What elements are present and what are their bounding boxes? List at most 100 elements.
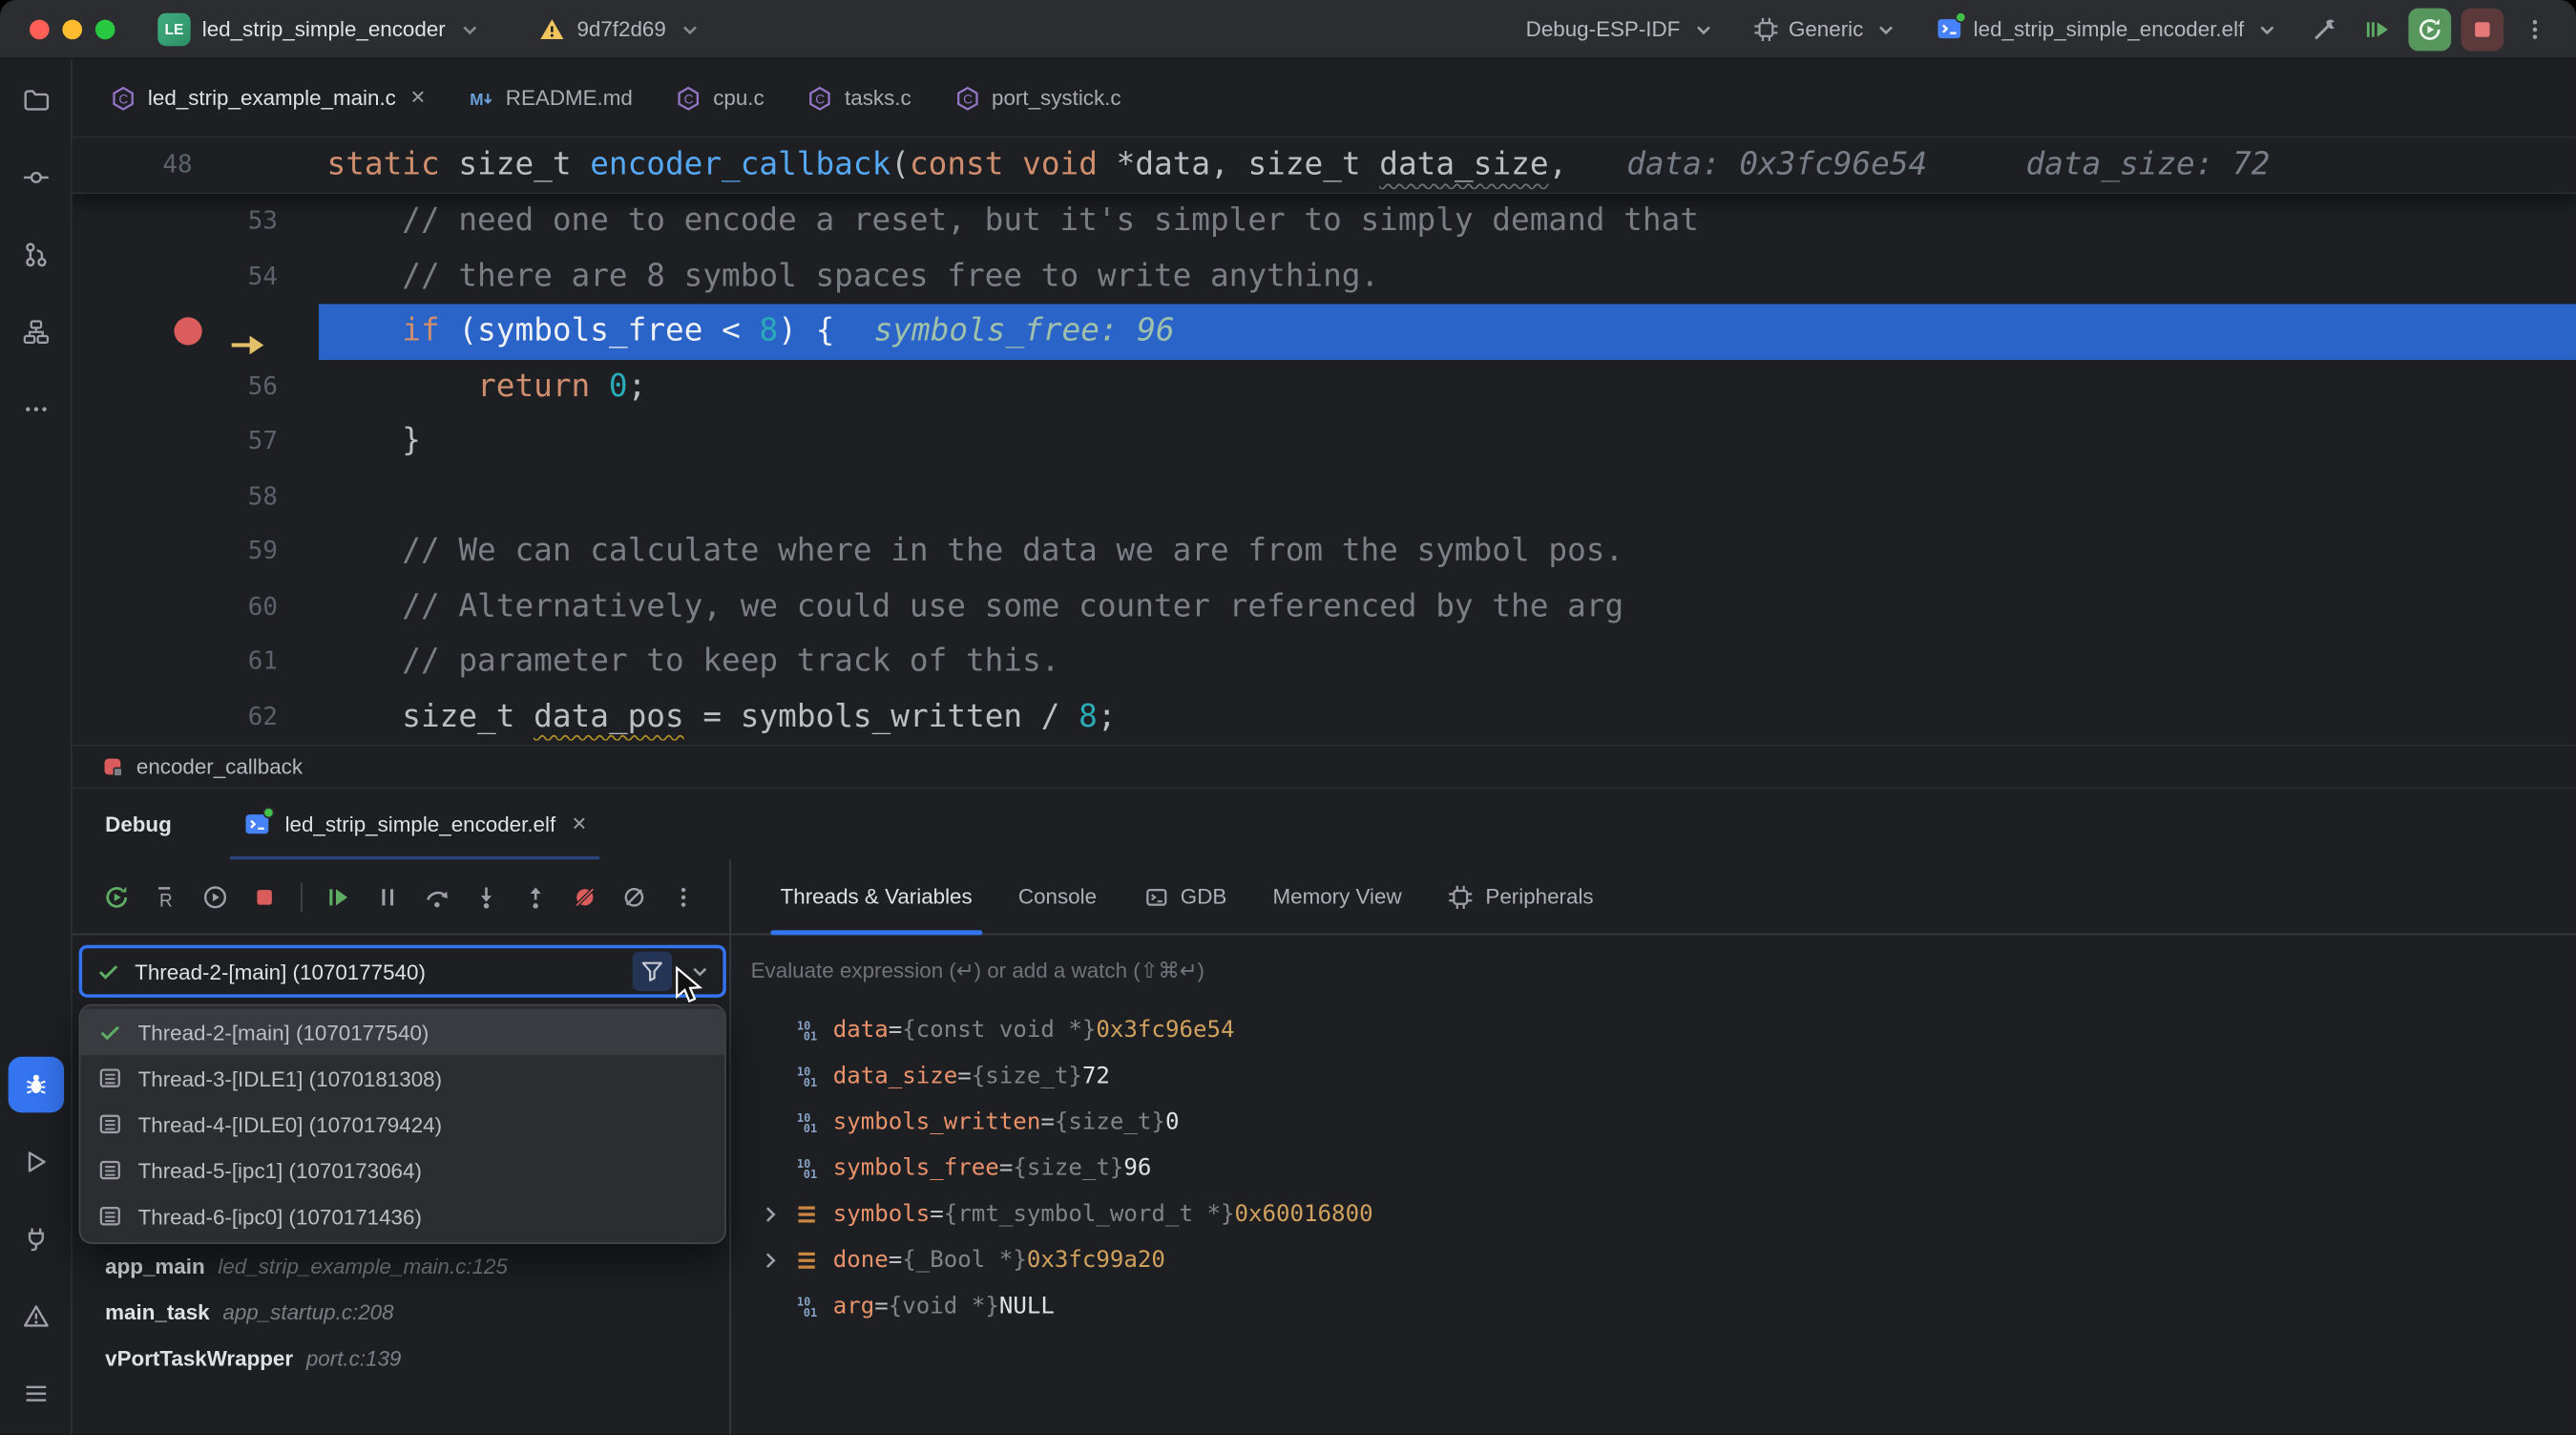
tab-port-systick[interactable]: C port_systick.c: [932, 59, 1142, 137]
tab-cpu[interactable]: C cpu.c: [654, 59, 785, 137]
filter-threads-button[interactable]: [633, 952, 672, 991]
vcs-branch-widget[interactable]: 9d7f2d69: [530, 11, 714, 47]
build-button[interactable]: [2303, 8, 2346, 51]
line-number[interactable]: 53: [248, 194, 278, 249]
line-number[interactable]: 60: [248, 580, 278, 635]
thread-option[interactable]: Thread-2-[main] (1070177540): [80, 1009, 724, 1055]
gutter[interactable]: [73, 138, 319, 193]
variable-row[interactable]: 1001arg = {void *} NULL: [731, 1283, 2576, 1329]
variable-row[interactable]: symbols = {rmt_symbol_word_t *} 0x600168…: [731, 1192, 2576, 1237]
pause-button[interactable]: [367, 876, 409, 918]
tab-led-strip-example-main[interactable]: C led_strip_example_main.c ×: [89, 59, 447, 137]
code-line[interactable]: 60 // Alternatively, we could use some c…: [73, 580, 2576, 635]
more-button[interactable]: [662, 876, 705, 918]
gutter[interactable]: 60: [73, 580, 319, 635]
rerun-button[interactable]: [95, 876, 138, 918]
sidebar-item-more[interactable]: [8, 381, 64, 437]
gutter[interactable]: 56: [73, 359, 319, 414]
code-line[interactable]: 57 }: [73, 414, 2576, 470]
gutter[interactable]: [73, 304, 319, 359]
line-number[interactable]: 54: [248, 249, 278, 305]
line-number[interactable]: 59: [248, 524, 278, 580]
close-session-icon[interactable]: ×: [572, 811, 586, 838]
stack-frame[interactable]: app_mainled_strip_example_main.c:125: [73, 1242, 730, 1288]
close-tab-icon[interactable]: ×: [410, 86, 425, 111]
code-line[interactable]: 58: [73, 469, 2576, 524]
gutter[interactable]: 59: [73, 524, 319, 580]
sidebar-item-problems[interactable]: [8, 1288, 64, 1344]
variable-row[interactable]: 1001symbols_written = {size_t} 0: [731, 1100, 2576, 1146]
tab-gdb[interactable]: GDB: [1120, 859, 1249, 933]
step-out-button[interactable]: [514, 876, 557, 918]
sidebar-item-project[interactable]: [8, 73, 64, 129]
thread-option[interactable]: Thread-5-[ipc1] (1070173064): [80, 1147, 724, 1192]
gutter[interactable]: 57: [73, 414, 319, 470]
line-number[interactable]: 56: [248, 359, 278, 414]
sidebar-item-main-menu[interactable]: [8, 1365, 64, 1422]
breakpoint-icon[interactable]: [174, 317, 201, 345]
debug-session-tab[interactable]: led_strip_simple_encoder.elf ×: [231, 789, 600, 859]
gutter[interactable]: 54: [73, 249, 319, 305]
sidebar-item-branches[interactable]: [8, 227, 64, 284]
stack-frame[interactable]: vPortTaskWrapperport.c:139: [73, 1335, 730, 1381]
run-environment-selector[interactable]: Debug-ESP-IDF: [1513, 11, 1729, 47]
resume-program-button[interactable]: [317, 876, 360, 918]
thread-option[interactable]: Thread-6-[ipc0] (1070171436): [80, 1193, 724, 1239]
evaluate-expression-input[interactable]: Evaluate expression (↵) or add a watch (…: [731, 935, 2576, 1007]
expand-chevron-icon[interactable]: [758, 1247, 794, 1274]
variable-row[interactable]: done = {_Bool *} 0x3fc99a20: [731, 1237, 2576, 1283]
code-line[interactable]: 62 size_t data_pos = symbols_written / 8…: [73, 689, 2576, 745]
more-menu-button[interactable]: [2514, 8, 2557, 51]
minimize-window-button[interactable]: [62, 19, 82, 39]
step-over-button[interactable]: [415, 876, 458, 918]
sidebar-item-run[interactable]: [8, 1134, 64, 1191]
stop-button[interactable]: [243, 876, 286, 918]
breadcrumb-function[interactable]: encoder_callback: [136, 754, 303, 779]
gutter[interactable]: 62: [73, 689, 319, 745]
line-number[interactable]: 58: [248, 469, 278, 524]
code-line[interactable]: 61 // parameter to keep track of this.: [73, 634, 2576, 689]
code-line[interactable]: 56 return 0;: [73, 359, 2576, 414]
run-configuration-selector[interactable]: led_strip_simple_encoder.elf: [1922, 10, 2293, 48]
mute-breakpoints-button[interactable]: [563, 876, 606, 918]
thread-selector-combo[interactable]: Thread-2-[main] (1070177540): [79, 945, 726, 998]
code-editor[interactable]: 53 // need one to encode a reset, but it…: [73, 138, 2576, 745]
stack-frame[interactable]: main_taskapp_startup.c:208: [73, 1288, 730, 1334]
gutter[interactable]: 58: [73, 469, 319, 524]
code-line[interactable]: 53 // need one to encode a reset, but it…: [73, 194, 2576, 249]
resume-button[interactable]: [194, 876, 237, 918]
sidebar-item-debug[interactable]: [8, 1057, 64, 1113]
tab-readme[interactable]: M README.md: [447, 59, 654, 137]
tab-console[interactable]: Console: [995, 859, 1120, 933]
variable-row[interactable]: 1001data = {const void *} 0x3fc96e54: [731, 1007, 2576, 1053]
line-number[interactable]: 61: [248, 634, 278, 689]
code-line[interactable]: if (symbols_free < 8) {symbols_free: 96: [73, 304, 2576, 359]
sidebar-item-serial-monitor[interactable]: [8, 1212, 64, 1268]
target-selector[interactable]: Generic: [1739, 11, 1913, 47]
variable-row[interactable]: 1001data_size = {size_t} 72: [731, 1053, 2576, 1099]
reset-button[interactable]: R: [144, 876, 187, 918]
tab-peripherals[interactable]: Peripherals: [1425, 859, 1617, 933]
project-widget[interactable]: LE led_strip_simple_encoder: [148, 8, 493, 51]
gutter[interactable]: 53: [73, 194, 319, 249]
close-window-button[interactable]: [30, 19, 50, 39]
thread-option[interactable]: Thread-3-[IDLE1] (1070181308): [80, 1055, 724, 1101]
resume-button-titlebar[interactable]: [2356, 8, 2398, 51]
sidebar-item-commit[interactable]: [8, 150, 64, 206]
remove-breakpoint-button[interactable]: [613, 876, 656, 918]
expand-chevron-icon[interactable]: [758, 1201, 794, 1228]
tab-memory-view[interactable]: Memory View: [1249, 859, 1424, 933]
line-number[interactable]: 62: [248, 689, 278, 745]
stop-button-titlebar[interactable]: [2461, 8, 2504, 51]
variable-row[interactable]: 1001symbols_free = {size_t} 96: [731, 1146, 2576, 1192]
zoom-window-button[interactable]: [95, 19, 115, 39]
thread-option[interactable]: Thread-4-[IDLE0] (1070179424): [80, 1101, 724, 1147]
step-into-button[interactable]: [465, 876, 508, 918]
tab-tasks[interactable]: C tasks.c: [785, 59, 932, 137]
code-line[interactable]: 59 // We can calculate where in the data…: [73, 524, 2576, 580]
line-number[interactable]: 57: [248, 414, 278, 470]
sticky-header-line[interactable]: 48 static size_t encoder_callback(const …: [73, 138, 2576, 195]
rerun-debug-button[interactable]: [2408, 8, 2451, 51]
gutter[interactable]: 61: [73, 634, 319, 689]
sidebar-item-structure[interactable]: [8, 304, 64, 360]
